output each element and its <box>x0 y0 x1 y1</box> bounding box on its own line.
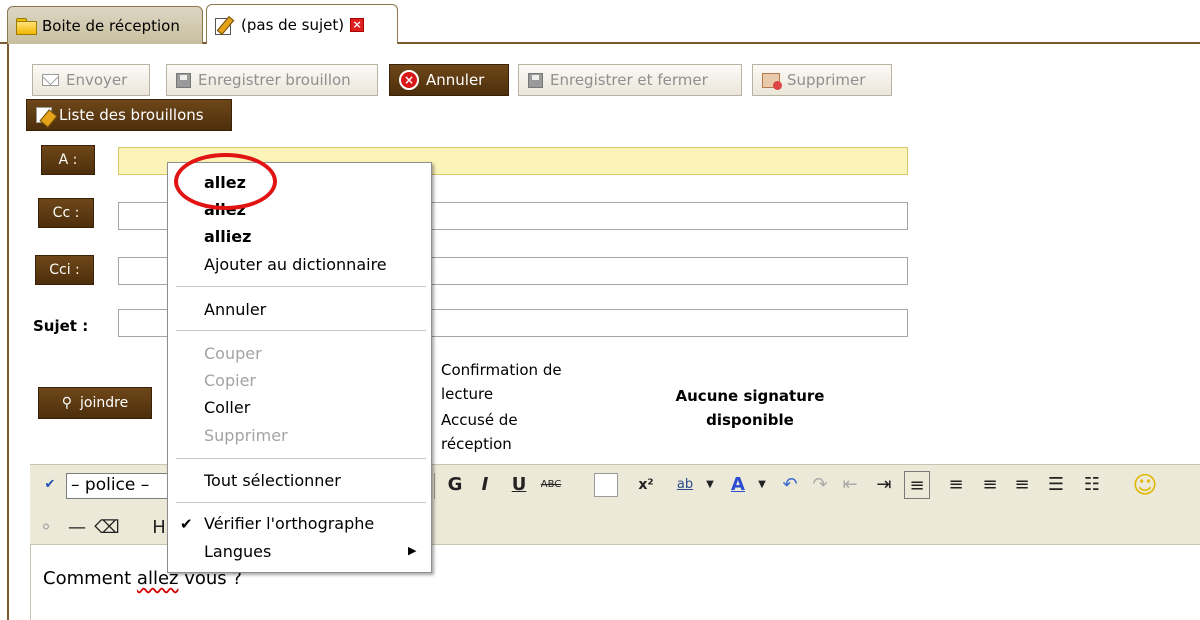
add-to-dictionary-item[interactable]: Ajouter au dictionnaire <box>204 255 387 274</box>
align-right-icon[interactable]: ≡ <box>978 471 1002 499</box>
close-icon[interactable]: × <box>350 17 365 32</box>
italic-icon[interactable]: I <box>474 471 496 499</box>
cancel-button-label: Annuler <box>426 71 485 89</box>
delivery-receipt-option[interactable]: Accusé de réception <box>441 408 561 456</box>
tab-compose[interactable]: (pas de sujet) × <box>206 4 398 44</box>
delete-item[interactable]: Supprimer <box>204 426 288 445</box>
subject-label: Sujet : <box>33 317 89 335</box>
menu-divider <box>176 502 426 503</box>
to-label: A : <box>58 152 78 168</box>
spellcheck-icon[interactable]: ✔ <box>37 471 63 499</box>
attach-label: joindre <box>80 395 129 411</box>
align-center-icon[interactable]: ≡ <box>944 471 968 499</box>
check-spelling-item[interactable]: Vérifier l'orthographe <box>204 514 374 533</box>
drafts-list-icon <box>36 107 52 123</box>
disk-icon <box>528 72 543 88</box>
tab-inbox-label: Boite de réception <box>42 16 180 35</box>
numbered-list-icon[interactable]: ☷ <box>1080 471 1104 499</box>
align-left-icon[interactable]: ≡ <box>904 471 930 499</box>
horizontal-rule-icon[interactable]: — <box>64 514 90 542</box>
attach-button[interactable]: ⚲ joindre <box>38 387 152 419</box>
menu-divider <box>176 286 426 287</box>
left-border <box>7 44 9 620</box>
tab-compose-label: (pas de sujet) <box>241 15 345 34</box>
signature-status: Aucune signature disponible <box>675 387 825 429</box>
select-all-item[interactable]: Tout sélectionner <box>204 471 341 490</box>
folder-icon <box>16 18 37 35</box>
menu-divider <box>176 330 426 331</box>
bullet-list-icon[interactable]: ☰ <box>1044 471 1068 499</box>
highlight-color-icon[interactable]: ab <box>670 471 700 499</box>
checkmark-icon: ✔ <box>180 515 193 533</box>
send-button[interactable]: Envoyer <box>32 64 150 96</box>
eraser-icon[interactable]: ⌫ <box>94 514 120 542</box>
justify-icon[interactable]: ≡ <box>1010 471 1034 499</box>
save-draft-button[interactable]: Enregistrer brouillon <box>166 64 378 96</box>
cut-item[interactable]: Couper <box>204 344 262 363</box>
font-select[interactable]: – police – <box>66 473 176 499</box>
text-color-icon[interactable]: A <box>724 471 752 499</box>
chevron-down-icon[interactable]: ▼ <box>704 471 716 499</box>
heading-button[interactable]: H <box>150 514 168 542</box>
save-draft-label: Enregistrer brouillon <box>198 71 351 89</box>
read-confirmation-option[interactable]: Confirmation de lecture <box>441 358 591 406</box>
indent-icon[interactable]: ⇥ <box>872 471 896 499</box>
cc-button[interactable]: Cc : <box>38 198 94 228</box>
disk-icon <box>176 72 191 88</box>
send-button-label: Envoyer <box>66 71 128 89</box>
bcc-button[interactable]: Cci : <box>35 255 94 285</box>
undo-item[interactable]: Annuler <box>204 300 266 319</box>
cc-label: Cc : <box>52 205 80 221</box>
image-icon[interactable] <box>594 473 618 497</box>
copy-item[interactable]: Copier <box>204 371 256 390</box>
to-button[interactable]: A : <box>41 145 95 175</box>
emoticon-icon[interactable]: ☺ <box>1130 471 1160 499</box>
body-text-before: Comment <box>43 568 137 589</box>
underline-icon[interactable]: U <box>508 471 530 499</box>
undo-icon[interactable]: ↶ <box>778 471 802 499</box>
delete-button-label: Supprimer <box>787 71 866 89</box>
submenu-arrow-icon: ▶ <box>408 544 417 557</box>
highlight-circle <box>174 153 277 210</box>
cancel-icon: × <box>399 70 419 90</box>
tab-inbox[interactable]: Boite de réception <box>7 6 203 44</box>
paste-item[interactable]: Coller <box>204 398 250 417</box>
bold-icon[interactable]: G <box>444 471 466 499</box>
redo-icon[interactable]: ↷ <box>808 471 832 499</box>
save-close-label: Enregistrer et fermer <box>550 71 708 89</box>
drafts-list-button[interactable]: Liste des brouillons <box>26 99 232 131</box>
spellcheck-context-menu: allez allez alliez Ajouter au dictionnai… <box>167 162 432 573</box>
toolbar-separator <box>434 473 435 499</box>
delete-mail-icon <box>762 72 782 90</box>
suggestion-item[interactable]: alliez <box>204 227 251 246</box>
menu-divider <box>176 458 426 459</box>
superscript-icon[interactable]: x² <box>634 471 658 499</box>
envelope-icon <box>42 74 59 86</box>
languages-item[interactable]: Langues <box>204 542 271 561</box>
drafts-list-label: Liste des brouillons <box>59 106 204 124</box>
compose-icon <box>215 16 235 35</box>
bcc-label: Cci : <box>49 262 80 278</box>
strikethrough-icon[interactable]: ABC <box>538 471 564 499</box>
chevron-down-icon[interactable]: ▼ <box>756 471 768 499</box>
paperclip-icon: ⚲ <box>61 395 73 411</box>
cancel-button[interactable]: × Annuler <box>389 64 509 96</box>
unlink-icon[interactable]: ⚬ <box>34 514 58 542</box>
delete-button[interactable]: Supprimer <box>752 64 892 96</box>
save-close-button[interactable]: Enregistrer et fermer <box>518 64 742 96</box>
outdent-icon[interactable]: ⇤ <box>838 471 862 499</box>
